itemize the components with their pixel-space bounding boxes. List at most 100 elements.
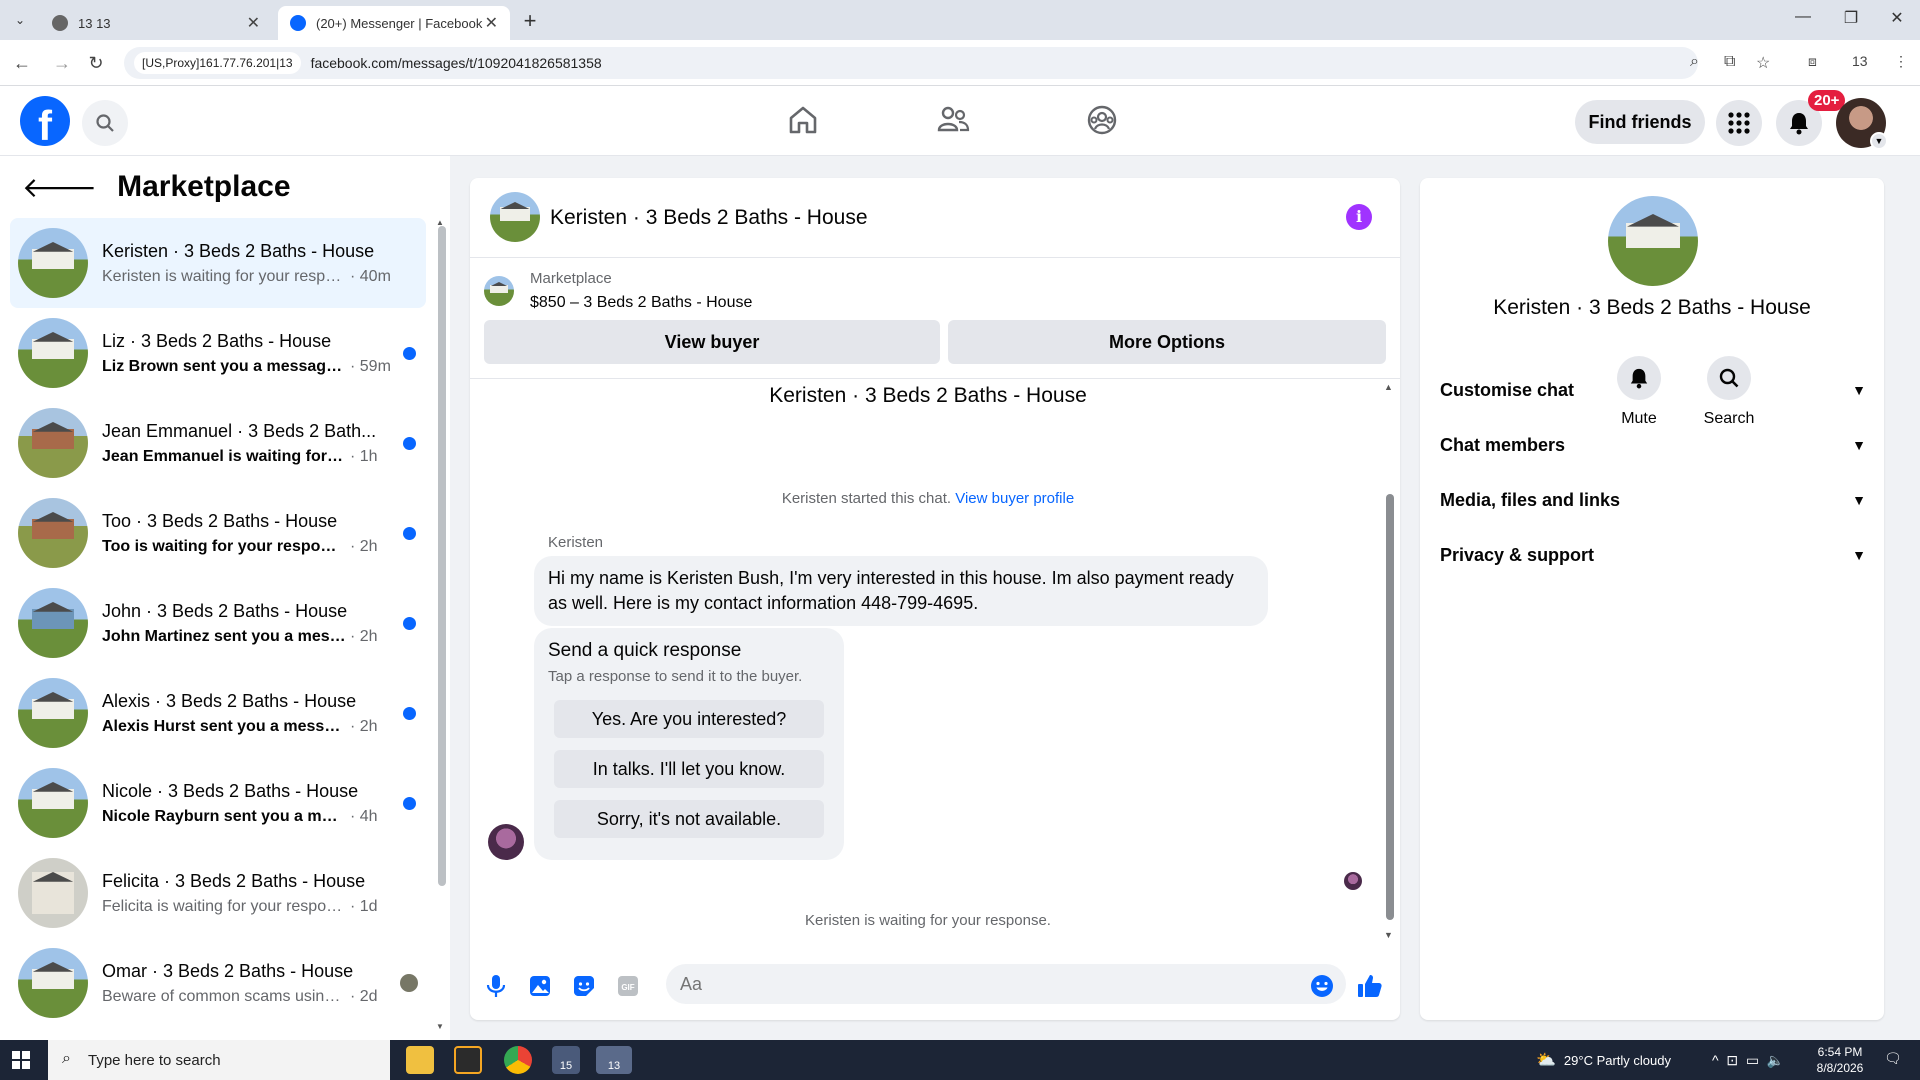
conversation-item[interactable]: Jean Emmanuel · 3 Beds 2 Bath... Jean Emm… [10, 398, 426, 488]
quick-response-button[interactable]: In talks. I'll let you know. [554, 750, 824, 788]
taskbar-search[interactable]: ⌕ Type here to search [48, 1040, 390, 1080]
close-window-icon[interactable]: ✕ [1874, 8, 1920, 28]
preview-text: Beware of common scams using ... [102, 987, 346, 1005]
view-buyer-profile-link[interactable]: View buyer profile [955, 490, 1074, 507]
groups-icon[interactable] [1082, 100, 1122, 140]
scroll-down-icon[interactable]: ▼ [1384, 930, 1393, 940]
weather-widget[interactable]: ⛅ 29°C Partly cloudy [1536, 1040, 1671, 1080]
media-files-links-section[interactable]: Media, files and links ▼ [1440, 482, 1866, 518]
conversation-name: Too · 3 Beds 2 Baths - House [102, 510, 338, 531]
section-label: Chat members [1440, 434, 1566, 455]
windows-start-icon[interactable] [12, 1051, 30, 1074]
partly-cloudy-icon: ⛅ [1536, 1052, 1556, 1069]
conversation-item[interactable]: Keristen · 3 Beds 2 Baths - House Keriste… [10, 218, 426, 308]
emoji-icon[interactable] [1308, 972, 1336, 1000]
find-friends-button[interactable]: Find friends [1575, 100, 1705, 144]
conversation-item[interactable]: Too · 3 Beds 2 Baths - House Too is waiti… [10, 488, 426, 578]
preview-time: · 2h [350, 627, 378, 645]
facebook-logo-icon[interactable]: f [20, 96, 70, 146]
close-tab-icon[interactable]: ✕ [247, 13, 260, 33]
listing-thumbnail [484, 276, 514, 306]
home-icon[interactable] [783, 100, 823, 140]
forward-icon[interactable]: → [50, 51, 74, 75]
chat-title[interactable]: Keristen · 3 Beds 2 Baths - House [550, 206, 868, 230]
conversation-item[interactable]: John · 3 Beds 2 Baths - House John Martin… [10, 578, 426, 668]
notifications-center-icon[interactable]: 🗨 [1884, 1050, 1902, 1067]
conversation-name: Keristen · 3 Beds 2 Baths - House [102, 240, 375, 261]
message-input[interactable] [666, 964, 1346, 1004]
conversation-thumbnail [18, 858, 88, 928]
customise-chat-section[interactable]: Customise chat ▼ [1440, 372, 1866, 408]
quick-response-button[interactable]: Sorry, it's not available. [554, 800, 824, 838]
conversation-item[interactable]: Felicita · 3 Beds 2 Baths - House Felicit… [10, 848, 426, 938]
menu-icon[interactable]: ⋮ [1894, 53, 1908, 70]
view-buyer-button[interactable]: View buyer [484, 320, 940, 364]
search-icon: ⌕ [62, 1050, 71, 1067]
url-text[interactable]: facebook.com/messages/t/1092041826581358 [311, 55, 602, 71]
chat-members-section[interactable]: Chat members ▼ [1440, 427, 1866, 463]
waiting-notice: Keristen is waiting for your response. [805, 912, 1051, 929]
globe-icon [52, 15, 68, 31]
system-tray-icons[interactable]: ^ ⊡ ▭ 🔈 [1712, 1040, 1784, 1080]
browser-tab[interactable]: 13 13 ✕ [40, 6, 272, 40]
privacy-support-section[interactable]: Privacy & support ▼ [1440, 537, 1866, 573]
chevron-down-icon[interactable]: ▼ [1870, 132, 1888, 150]
windows-taskbar: ⌕ Type here to search 15 13 ⛅ 29°C Partl… [0, 1040, 1920, 1080]
conversation-item[interactable]: Nicole · 3 Beds 2 Baths - House Nicole Ra… [10, 758, 426, 848]
sender-avatar[interactable] [488, 824, 524, 860]
profile-label[interactable]: 13 [1852, 53, 1868, 69]
conversation-sidebar: 🡐 Marketplace Keristen · 3 Beds 2 Baths … [0, 156, 450, 1040]
chat-scrollbar[interactable] [1386, 494, 1394, 920]
thumbs-up-icon[interactable] [1356, 972, 1384, 1000]
conversation-title: Keristen · 3 Beds 2 Baths - House [769, 384, 1087, 407]
listing-avatar[interactable] [1608, 196, 1698, 286]
minimize-icon[interactable]: — [1780, 8, 1826, 26]
install-icon[interactable]: ⧉ [1724, 53, 1735, 71]
sidebar-scrollbar[interactable] [438, 226, 446, 886]
back-icon[interactable]: ← [10, 51, 34, 75]
conversation-item[interactable]: Liz · 3 Beds 2 Baths - House Liz Brown se… [10, 308, 426, 398]
scroll-up-icon[interactable]: ▲ [1384, 382, 1393, 392]
address-bar[interactable]: [US,Proxy]161.77.76.201|13 facebook.com/… [124, 47, 1770, 79]
microphone-icon[interactable] [482, 972, 510, 1000]
proxy-chip[interactable]: [US,Proxy]161.77.76.201|13 [134, 52, 301, 74]
chat-avatar[interactable] [490, 192, 540, 242]
photo-icon[interactable] [526, 972, 554, 1000]
sticker-icon[interactable] [570, 972, 598, 1000]
info-icon[interactable]: i [1346, 204, 1372, 230]
quick-response-button[interactable]: Yes. Are you interested? [554, 700, 824, 738]
conversation-item[interactable]: Alexis · 3 Beds 2 Baths - House Alexis Hu… [10, 668, 426, 758]
file-explorer-icon[interactable] [406, 1046, 434, 1074]
search-icon[interactable] [82, 100, 128, 146]
tab-search-icon[interactable]: ⌄ [8, 8, 32, 32]
scroll-down-icon[interactable]: ▼ [436, 1022, 444, 1031]
extensions-icon[interactable]: ⧈ [1808, 53, 1817, 70]
conversation-name: John · 3 Beds 2 Baths - House [102, 600, 348, 621]
quick-response-card: Send a quick response Tap a response to … [534, 628, 844, 860]
conversation-preview: Jean Emmanuel is waiting for yo... · 1h [102, 448, 402, 466]
app-icon[interactable] [454, 1046, 482, 1074]
browser-profile-icon-active[interactable]: 13 [596, 1046, 632, 1074]
new-tab-icon[interactable]: + [518, 8, 542, 34]
reload-icon[interactable]: ↻ [84, 51, 108, 75]
clock[interactable]: 6:54 PM 8/8/2026 [1800, 1044, 1880, 1076]
chrome-icon[interactable] [504, 1046, 532, 1074]
more-options-button[interactable]: More Options [948, 320, 1386, 364]
restore-icon[interactable]: ❐ [1828, 8, 1874, 28]
preview-text: Nicole Rayburn sent you a mess... [102, 807, 346, 825]
conversation-item[interactable]: Omar · 3 Beds 2 Baths - House Beware of c… [10, 938, 426, 1028]
zoom-icon[interactable]: ⌕ [1690, 53, 1699, 71]
preview-text: Too is waiting for your response. [102, 537, 346, 555]
quick-response-title: Send a quick response [548, 640, 742, 661]
preview-time: · 2h [350, 537, 378, 555]
close-tab-icon[interactable]: ✕ [485, 13, 498, 33]
conversation-texts: Alexis · 3 Beds 2 Baths - House Alexis Hu… [102, 691, 402, 736]
friends-icon[interactable] [933, 100, 973, 140]
menu-grid-icon[interactable] [1716, 100, 1762, 146]
browser-profile-icon[interactable]: 15 [552, 1046, 580, 1074]
browser-tab-active[interactable]: (20+) Messenger | Facebook ✕ [278, 6, 510, 40]
bookmark-star-icon[interactable]: ☆ [1756, 53, 1770, 73]
gif-icon[interactable]: GIF [614, 972, 642, 1000]
back-arrow-icon[interactable]: 🡐 [22, 170, 97, 204]
conversation-list: Keristen · 3 Beds 2 Baths - House Keriste… [10, 218, 426, 1028]
